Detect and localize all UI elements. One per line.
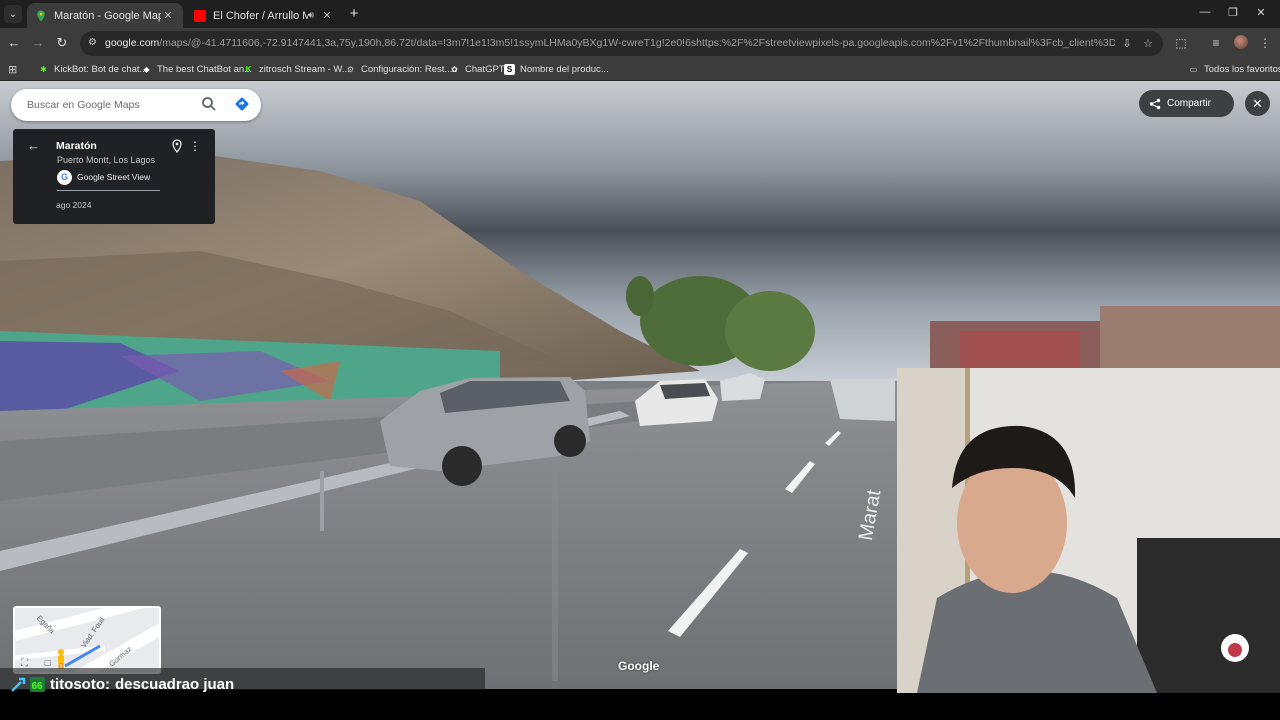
place-name: Maratón (56, 140, 97, 152)
forward-arrow-icon[interactable]: → (30, 35, 46, 51)
chevron-down-icon: ⌄ (8, 8, 18, 20)
more-options-icon[interactable]: ⋮ (189, 139, 201, 153)
bookmark-label: The best ChatBot an... (157, 63, 253, 75)
layers-icon[interactable]: ▢ (44, 658, 52, 667)
address-bar[interactable]: ⚙ google.com/maps/@-41.4711606,-72.91474… (80, 31, 1163, 56)
back-arrow-icon[interactable]: ← (27, 139, 41, 153)
street-view-source: G Google Street View (57, 169, 150, 185)
folder-icon: ▭ (1189, 64, 1198, 74)
svg-text:66: 66 (32, 681, 44, 692)
apps-grid-icon[interactable]: ⊞ (8, 62, 17, 76)
chat-separator: : (104, 675, 110, 693)
kick-icon: K (245, 64, 252, 74)
site-info-icon[interactable]: ⚙ (88, 37, 100, 49)
bookmark-label: Configuración: Rest... (361, 63, 453, 75)
kickbot-icon: ✱ (40, 64, 47, 74)
url-host: google.com (105, 37, 160, 49)
minimize-icon[interactable]: — (1195, 6, 1215, 18)
location-pin-icon[interactable] (171, 139, 183, 154)
bookmark-label: ChatGPT (465, 63, 505, 75)
bookmarks-folder[interactable]: ▭ Todos los favoritos (1188, 62, 1280, 76)
youtube-favicon-icon (194, 9, 206, 22)
extensions-icon[interactable]: ⬚ (1173, 35, 1189, 51)
bookmark-star-icon[interactable]: ☆ (1141, 37, 1155, 51)
maps-search-box[interactable]: Buscar en Google Maps (11, 89, 261, 121)
tab-title: Maratón - Google Maps (54, 9, 161, 22)
bookmark-zitrosch[interactable]: K zitrosch Stream - W... (243, 62, 350, 76)
capture-date[interactable]: ago 2024 (56, 200, 91, 210)
share-label: Compartir (1167, 98, 1211, 109)
bookmark-configuracion[interactable]: ⚙ Configuración: Rest... (345, 62, 452, 76)
bookmark-chatbot[interactable]: ◆ The best ChatBot an... (141, 62, 252, 76)
bookmark-label: zitrosch Stream - W... (259, 63, 350, 75)
browser-toolbar: ← → ↻ ⚙ google.com/maps/@-41.4711606,-72… (0, 28, 1280, 58)
chatgpt-icon: ✿ (451, 64, 458, 74)
profile-avatar[interactable] (1234, 35, 1248, 49)
street-view-minimap[interactable]: Egaña Viad. Fouil Gormaz ⛶ ▢ (13, 606, 161, 674)
tab-search-button[interactable]: ⌄ (4, 5, 22, 23)
s-icon: S (504, 63, 515, 75)
close-tab-icon[interactable]: ✕ (161, 9, 175, 22)
chat-username[interactable]: titosoto (50, 676, 105, 693)
tab-google-maps[interactable]: Maratón - Google Maps ✕ (27, 3, 183, 28)
speaker-icon[interactable]: 🔊︎ (308, 10, 314, 21)
bookmark-nombre-producto[interactable]: S Nombre del produc... (504, 62, 609, 76)
chat-message-text: descuadrao juan (114, 675, 235, 693)
restore-icon[interactable]: ❐ (1223, 6, 1243, 19)
tab-title: El Chofer / Arrullo Mañanero (213, 9, 308, 22)
streamer-webcam (897, 368, 1280, 693)
menu-kebab-icon[interactable]: ⋮ (1257, 35, 1273, 51)
google-maps-favicon-icon (35, 10, 47, 22)
bookmark-label: Nombre del produc... (520, 63, 609, 75)
share-button[interactable]: Compartir (1139, 90, 1234, 117)
place-location: Puerto Montt, Los Lagos (57, 155, 156, 165)
moderator-sword-icon (10, 676, 27, 693)
source-label: Google Street View (77, 172, 151, 182)
google-watermark: Google (618, 659, 660, 673)
url-path: /maps/@-41.4711606,-72.9147441,3a,75y,19… (159, 37, 1115, 49)
directions-icon[interactable] (234, 96, 250, 112)
white-car-vehicle (635, 379, 718, 426)
chat-message: 66 titosoto: descuadrao juan (10, 675, 234, 693)
tab-youtube[interactable]: El Chofer / Arrullo Mañanero 🔊︎ ✕ (186, 3, 342, 28)
bookmarks-folder-label: Todos los favoritos (1204, 63, 1280, 75)
close-street-view-icon[interactable]: ✕ (1245, 91, 1270, 116)
bookmark-chatgpt[interactable]: ✿ ChatGPT (449, 62, 505, 76)
share-icon (1149, 98, 1161, 110)
bookmarks-bar: ⊞ ✱ KickBot: Bot de chat... ◆ The best C… (0, 58, 1280, 81)
bookmark-label: KickBot: Bot de chat... (54, 63, 148, 75)
subscriber-badge-icon: 66 (29, 676, 46, 693)
chatbot-icon: ◆ (143, 64, 150, 74)
gear-icon: ⚙ (346, 64, 355, 74)
close-window-icon[interactable]: ✕ (1251, 6, 1271, 19)
street-view-info-card: ← Maratón ⋮ Puerto Montt, Los Lagos G Go… (13, 129, 215, 224)
back-arrow-icon[interactable]: ← (6, 35, 22, 51)
install-app-icon[interactable]: ⇩ (1120, 37, 1134, 51)
close-tab-icon[interactable]: ✕ (320, 9, 334, 22)
google-logo-icon: G (57, 169, 72, 185)
media-control-icon[interactable]: ≡ (1208, 35, 1224, 51)
divider (57, 190, 160, 191)
reload-icon[interactable]: ↻ (54, 35, 70, 51)
url-text: google.com/maps/@-41.4711606,-72.9147441… (105, 37, 1115, 51)
new-tab-button[interactable]: + (346, 6, 362, 22)
webcam-image (897, 368, 1280, 693)
search-icon[interactable] (201, 96, 217, 112)
tab-strip: ⌄ Maratón - Google Maps ✕ El Chofer / Ar… (0, 0, 1280, 28)
bookmark-kickbot[interactable]: ✱ KickBot: Bot de chat... (38, 62, 147, 76)
search-placeholder: Buscar en Google Maps (27, 99, 140, 111)
